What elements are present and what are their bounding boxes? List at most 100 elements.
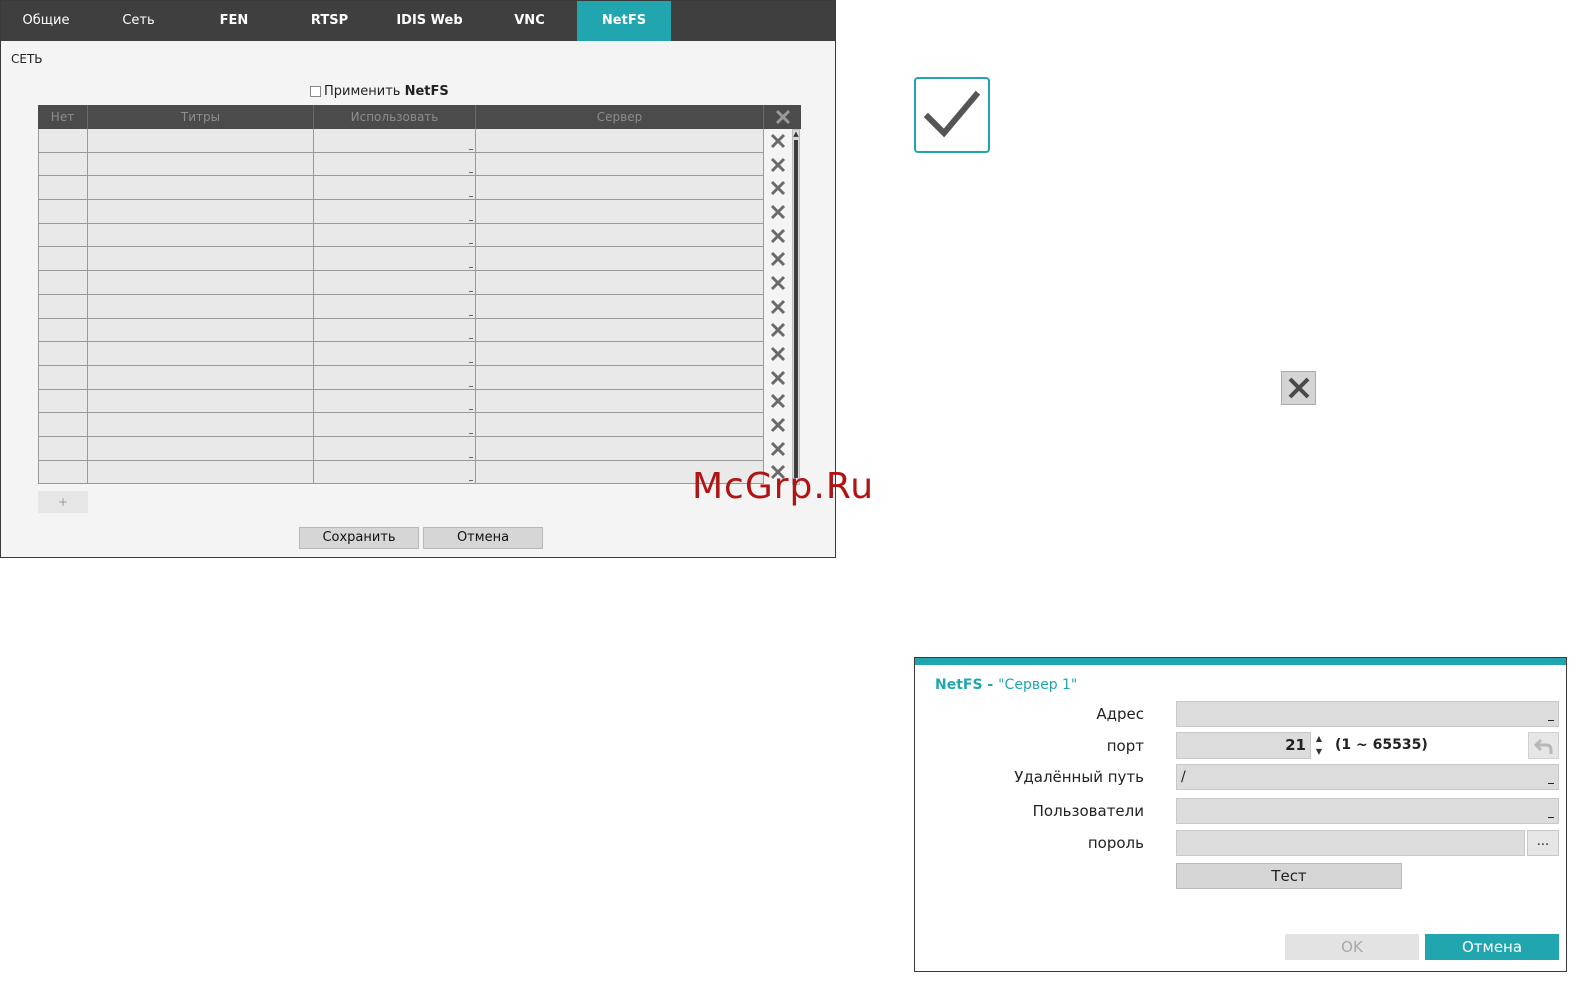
table-row[interactable]	[38, 129, 764, 153]
table-row[interactable]	[38, 200, 764, 224]
row-server-cell[interactable]	[476, 152, 764, 176]
password-field[interactable]	[1176, 830, 1525, 856]
row-title-cell[interactable]	[88, 247, 314, 271]
users-field[interactable]	[1176, 798, 1559, 824]
row-title-cell[interactable]	[88, 365, 314, 389]
row-use-cell[interactable]	[314, 271, 476, 294]
row-title-cell[interactable]	[88, 152, 314, 176]
row-title-cell[interactable]	[88, 294, 314, 318]
table-row[interactable]	[38, 460, 764, 485]
row-title-cell[interactable]	[88, 200, 314, 223]
tab-netfs[interactable]: NetFS	[577, 1, 671, 41]
ok-button[interactable]: OK	[1285, 934, 1419, 960]
password-browse-button[interactable]: ...	[1527, 830, 1559, 856]
row-delete-button[interactable]	[764, 319, 792, 343]
row-use-cell[interactable]	[314, 389, 476, 413]
row-number-cell[interactable]	[38, 389, 88, 413]
row-server-cell[interactable]	[476, 176, 764, 200]
row-server-cell[interactable]	[476, 200, 764, 223]
row-server-cell[interactable]	[476, 342, 764, 365]
table-scrollbar[interactable]: ▲	[792, 129, 800, 485]
row-server-cell[interactable]	[476, 365, 764, 389]
row-server-cell[interactable]	[476, 129, 764, 152]
table-row[interactable]	[38, 294, 764, 319]
row-use-cell[interactable]	[314, 152, 476, 176]
row-number-cell[interactable]	[38, 342, 88, 365]
row-delete-button[interactable]	[764, 437, 792, 461]
apply-netfs-row[interactable]: Применить NetFS	[310, 83, 449, 99]
row-server-cell[interactable]	[476, 413, 764, 436]
row-server-cell[interactable]	[476, 436, 764, 460]
row-use-cell[interactable]	[314, 413, 476, 436]
spin-up-icon[interactable]: ▲	[1312, 732, 1326, 745]
row-server-cell[interactable]	[476, 294, 764, 318]
row-delete-button[interactable]	[764, 271, 792, 295]
row-title-cell[interactable]	[88, 460, 314, 484]
tab-fen[interactable]: FEN	[186, 1, 282, 41]
row-use-cell[interactable]	[314, 318, 476, 342]
tab-vnc[interactable]: VNC	[482, 1, 577, 41]
row-title-cell[interactable]	[88, 318, 314, 342]
row-server-cell[interactable]	[476, 271, 764, 294]
row-title-cell[interactable]	[88, 342, 314, 365]
table-row[interactable]	[38, 271, 764, 295]
row-delete-button[interactable]	[764, 390, 792, 414]
port-field[interactable]: 21	[1176, 732, 1311, 759]
row-delete-button[interactable]	[764, 200, 792, 224]
row-delete-button[interactable]	[764, 129, 792, 153]
spin-down-icon[interactable]: ▼	[1312, 745, 1326, 758]
row-title-cell[interactable]	[88, 129, 314, 152]
row-number-cell[interactable]	[38, 176, 88, 200]
port-spinner[interactable]: ▲ ▼	[1312, 732, 1326, 759]
row-use-cell[interactable]	[314, 129, 476, 152]
cancel-button[interactable]: Отмена	[423, 527, 543, 549]
test-button[interactable]: Тест	[1176, 863, 1402, 889]
save-button[interactable]: Сохранить	[299, 527, 419, 549]
table-row[interactable]	[38, 223, 764, 248]
reset-port-button[interactable]	[1528, 732, 1559, 759]
table-row[interactable]	[38, 413, 764, 437]
add-server-button[interactable]: +	[38, 491, 88, 513]
table-row[interactable]	[38, 365, 764, 390]
address-field[interactable]	[1176, 701, 1559, 727]
row-use-cell[interactable]	[314, 436, 476, 460]
row-number-cell[interactable]	[38, 460, 88, 484]
table-row[interactable]	[38, 318, 764, 343]
delete-all-button[interactable]	[764, 105, 801, 129]
row-delete-button[interactable]	[764, 247, 792, 271]
row-number-cell[interactable]	[38, 413, 88, 436]
row-number-cell[interactable]	[38, 247, 88, 271]
row-use-cell[interactable]	[314, 365, 476, 389]
row-server-cell[interactable]	[476, 223, 764, 247]
row-delete-button[interactable]	[764, 295, 792, 319]
table-row[interactable]	[38, 389, 764, 414]
row-delete-button[interactable]	[764, 413, 792, 437]
row-title-cell[interactable]	[88, 223, 314, 247]
scroll-thumb[interactable]	[794, 140, 798, 478]
row-delete-button[interactable]	[764, 224, 792, 248]
row-number-cell[interactable]	[38, 436, 88, 460]
scroll-up-arrow-icon[interactable]: ▲	[793, 130, 799, 138]
row-number-cell[interactable]	[38, 318, 88, 342]
row-use-cell[interactable]	[314, 294, 476, 318]
row-title-cell[interactable]	[88, 176, 314, 200]
tab-rtsp[interactable]: RTSP	[282, 1, 377, 41]
dialog-cancel-button[interactable]: Отмена	[1425, 934, 1559, 960]
row-number-cell[interactable]	[38, 271, 88, 294]
row-use-cell[interactable]	[314, 200, 476, 223]
row-server-cell[interactable]	[476, 318, 764, 342]
row-use-cell[interactable]	[314, 247, 476, 271]
row-delete-button[interactable]	[764, 176, 792, 200]
row-title-cell[interactable]	[88, 389, 314, 413]
row-server-cell[interactable]	[476, 389, 764, 413]
tab-network[interactable]: Сеть	[91, 1, 186, 41]
table-row[interactable]	[38, 176, 764, 201]
row-use-cell[interactable]	[314, 342, 476, 365]
row-use-cell[interactable]	[314, 223, 476, 247]
row-title-cell[interactable]	[88, 436, 314, 460]
row-delete-button[interactable]	[764, 153, 792, 177]
row-number-cell[interactable]	[38, 152, 88, 176]
table-row[interactable]	[38, 152, 764, 177]
row-title-cell[interactable]	[88, 413, 314, 436]
table-row[interactable]	[38, 247, 764, 272]
